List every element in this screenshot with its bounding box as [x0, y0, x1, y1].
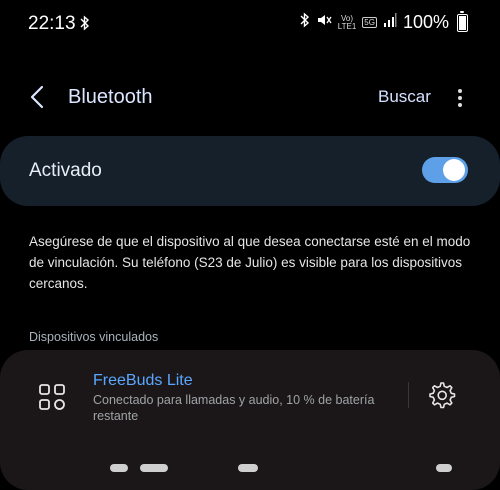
device-name: FreeBuds Lite: [93, 372, 193, 389]
status-bar: 22:13 Vo) LTE1 5G 100%: [0, 0, 500, 44]
bluetooth-switch[interactable]: [422, 157, 468, 183]
volte-bottom-text: LTE1: [337, 21, 357, 31]
divider: [408, 382, 409, 408]
earbuds-icon: [37, 382, 67, 412]
more-options-icon[interactable]: [450, 86, 470, 110]
toggle-label: Activado: [29, 160, 102, 181]
volte-indicator: Vo) LTE1: [337, 14, 357, 31]
mute-icon: [316, 12, 332, 33]
back-icon[interactable]: [26, 82, 50, 112]
search-button[interactable]: Buscar: [378, 87, 431, 107]
page-title: Bluetooth: [68, 86, 153, 108]
pairing-description: Asegúrese de que el dispositivo al que d…: [29, 234, 471, 291]
network-5g-badge: 5G: [362, 17, 377, 28]
paired-device-card[interactable]: FreeBuds Lite Conectado para llamadas y …: [0, 350, 500, 490]
switch-knob: [443, 159, 465, 181]
battery-percent: 100%: [402, 12, 449, 32]
battery-icon: [457, 10, 468, 32]
status-time: 22:13: [28, 13, 76, 34]
device-status: Conectado para llamadas y audio, 10 % de…: [93, 393, 375, 423]
app-header: Bluetooth Buscar: [0, 74, 500, 120]
gear-icon[interactable]: [426, 380, 456, 410]
paired-devices-header: Dispositivos vinculados: [29, 330, 159, 344]
status-icons: Vo) LTE1 5G 100%: [300, 10, 468, 33]
bluetooth-toggle-card[interactable]: Activado: [0, 136, 500, 206]
signal-icon: [383, 12, 397, 33]
bluetooth-icon: [300, 12, 310, 33]
next-device-row: [0, 460, 500, 480]
bluetooth-status-icon: [80, 15, 90, 36]
